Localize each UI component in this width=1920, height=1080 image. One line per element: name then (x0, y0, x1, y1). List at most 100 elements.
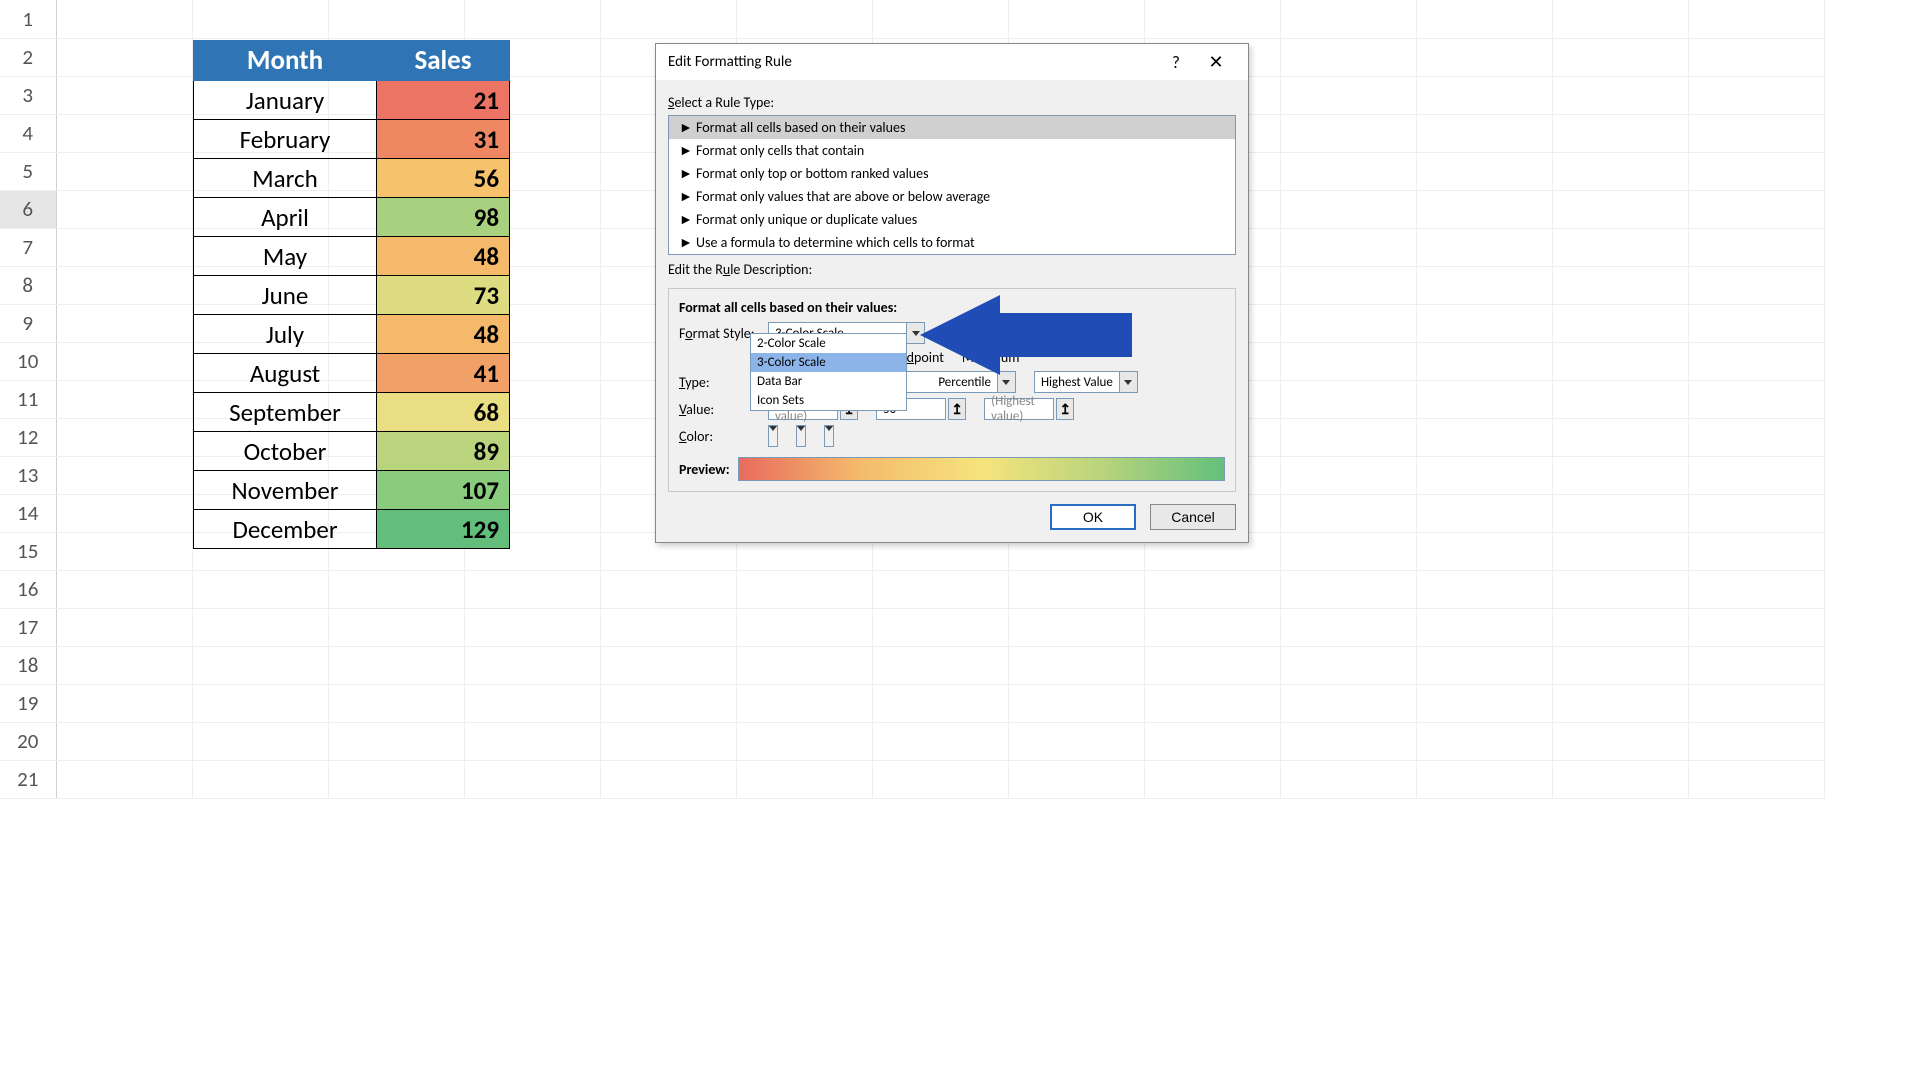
cell[interactable] (1280, 722, 1416, 760)
sales-cell[interactable]: 56 (377, 159, 510, 198)
cell[interactable] (1552, 76, 1688, 114)
cell[interactable] (192, 646, 328, 684)
cell[interactable] (1688, 228, 1824, 266)
row-header[interactable]: 9 (0, 304, 56, 342)
month-cell[interactable]: July (194, 315, 377, 354)
cell[interactable] (328, 570, 464, 608)
cell[interactable] (192, 570, 328, 608)
cell[interactable] (1552, 570, 1688, 608)
cell[interactable] (56, 304, 192, 342)
cell[interactable] (1280, 456, 1416, 494)
col-header-month[interactable]: Month (194, 41, 377, 81)
cell[interactable] (1280, 494, 1416, 532)
row-header[interactable]: 16 (0, 570, 56, 608)
close-button[interactable]: ✕ (1196, 51, 1236, 73)
rule-type-item[interactable]: ► Format only top or bottom ranked value… (669, 162, 1235, 185)
cell[interactable] (1416, 494, 1552, 532)
cell[interactable] (1280, 760, 1416, 798)
cell[interactable] (872, 0, 1008, 38)
cell[interactable] (328, 608, 464, 646)
cell[interactable] (56, 152, 192, 190)
month-cell[interactable]: September (194, 393, 377, 432)
cell[interactable] (464, 570, 600, 608)
cell[interactable] (1416, 456, 1552, 494)
cell[interactable] (56, 684, 192, 722)
rule-type-item[interactable]: ► Format all cells based on their values (669, 116, 1235, 139)
cell[interactable] (1416, 190, 1552, 228)
cell[interactable] (736, 760, 872, 798)
ok-button[interactable]: OK (1050, 504, 1136, 530)
cell[interactable] (600, 646, 736, 684)
cell[interactable] (1688, 684, 1824, 722)
cell[interactable] (872, 684, 1008, 722)
cell[interactable] (1280, 266, 1416, 304)
cell[interactable] (1008, 0, 1144, 38)
cell[interactable] (1552, 342, 1688, 380)
cell[interactable] (1416, 114, 1552, 152)
cell[interactable] (1552, 722, 1688, 760)
month-cell[interactable]: February (194, 120, 377, 159)
cell[interactable] (736, 608, 872, 646)
type-max-dropdown[interactable]: Highest Value (1034, 371, 1138, 393)
month-cell[interactable]: April (194, 198, 377, 237)
cell[interactable] (1688, 456, 1824, 494)
row-header[interactable]: 21 (0, 760, 56, 798)
cell[interactable] (192, 684, 328, 722)
format-style-dropdown-open[interactable]: 2-Color Scale3-Color ScaleData BarIcon S… (750, 333, 907, 411)
cell[interactable] (1688, 380, 1824, 418)
cell[interactable] (56, 342, 192, 380)
row-header[interactable]: 1 (0, 0, 56, 38)
cell[interactable] (736, 722, 872, 760)
cell[interactable] (328, 684, 464, 722)
cell[interactable] (192, 0, 328, 38)
sales-cell[interactable]: 89 (377, 432, 510, 471)
cell[interactable] (1552, 380, 1688, 418)
cell[interactable] (464, 722, 600, 760)
month-cell[interactable]: November (194, 471, 377, 510)
cell[interactable] (1008, 608, 1144, 646)
cell[interactable] (600, 0, 736, 38)
cell[interactable] (1552, 304, 1688, 342)
cell[interactable] (1416, 76, 1552, 114)
cell[interactable] (56, 190, 192, 228)
cell[interactable] (1008, 722, 1144, 760)
cell[interactable] (872, 722, 1008, 760)
row-header[interactable]: 4 (0, 114, 56, 152)
cell[interactable] (1416, 152, 1552, 190)
row-header[interactable]: 8 (0, 266, 56, 304)
cell[interactable] (1688, 760, 1824, 798)
cell[interactable] (1144, 760, 1280, 798)
cell[interactable] (1416, 608, 1552, 646)
cell[interactable] (1280, 38, 1416, 76)
cell[interactable] (1688, 304, 1824, 342)
cell[interactable] (1688, 570, 1824, 608)
cell[interactable] (328, 760, 464, 798)
cell[interactable] (1144, 570, 1280, 608)
sales-cell[interactable]: 73 (377, 276, 510, 315)
cell[interactable] (1008, 760, 1144, 798)
row-header[interactable]: 15 (0, 532, 56, 570)
cell[interactable] (1416, 570, 1552, 608)
cell[interactable] (1280, 228, 1416, 266)
cell[interactable] (1008, 646, 1144, 684)
cell[interactable] (872, 608, 1008, 646)
cell[interactable] (1416, 304, 1552, 342)
row-header[interactable]: 14 (0, 494, 56, 532)
color-max-dropdown[interactable] (824, 425, 834, 447)
cell[interactable] (1280, 152, 1416, 190)
cell[interactable] (56, 608, 192, 646)
cell[interactable] (736, 0, 872, 38)
cell[interactable] (1280, 532, 1416, 570)
cell[interactable] (1416, 760, 1552, 798)
dropdown-option[interactable]: Icon Sets (751, 391, 906, 410)
sales-cell[interactable]: 48 (377, 237, 510, 276)
row-header[interactable]: 3 (0, 76, 56, 114)
month-cell[interactable]: March (194, 159, 377, 198)
cell[interactable] (1280, 190, 1416, 228)
cell[interactable] (1552, 266, 1688, 304)
range-picker-icon[interactable]: ↥ (948, 398, 966, 420)
cell[interactable] (56, 266, 192, 304)
rule-type-list[interactable]: ► Format all cells based on their values… (668, 115, 1236, 255)
row-header[interactable]: 7 (0, 228, 56, 266)
month-cell[interactable]: May (194, 237, 377, 276)
